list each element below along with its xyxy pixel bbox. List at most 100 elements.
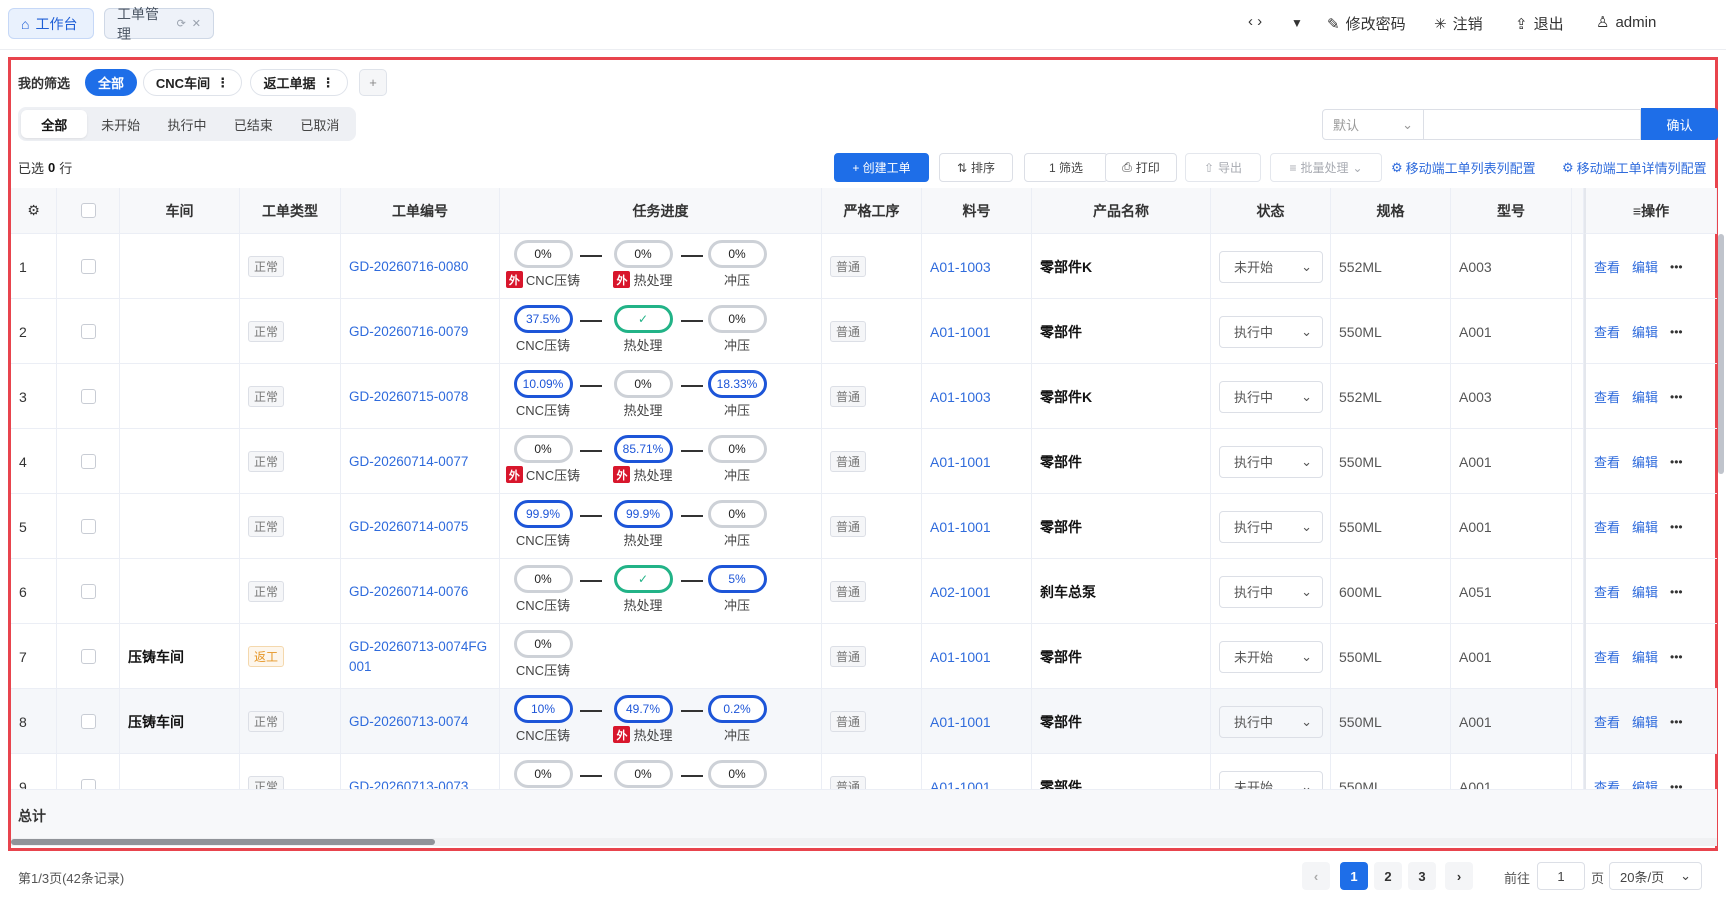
view-link[interactable]: 查看 — [1594, 582, 1620, 601]
table-row[interactable]: 1 正常 GD-20260716-0080 0% 外 CNC压铸 0% 外热处理 0% 冲压 普通 A… — [11, 234, 1717, 299]
edit-link[interactable]: 编辑 — [1632, 712, 1658, 731]
progress-step[interactable]: 18.33% 冲压 — [707, 370, 767, 419]
row-code-link[interactable]: GD-20260714-0076 — [341, 559, 500, 624]
edit-link[interactable]: 编辑 — [1632, 647, 1658, 666]
status-select[interactable]: 执行中 ⌄ — [1219, 445, 1323, 478]
row-part-link[interactable]: A01-1003 — [922, 364, 1032, 429]
edit-link[interactable]: 编辑 — [1632, 387, 1658, 406]
page-3-button[interactable]: 3 — [1408, 862, 1436, 890]
more-vert-icon[interactable]: ⋮ — [322, 75, 335, 91]
row-checkbox[interactable] — [80, 584, 96, 599]
more-icon[interactable]: ••• — [1670, 260, 1683, 274]
mobile-detail-config-link[interactable]: ⚙ 移动端工单详情列配置 — [1562, 158, 1707, 177]
header-part[interactable]: 料号 — [922, 188, 1032, 234]
progress-step[interactable]: 0% 冲压 — [707, 240, 767, 289]
progress-step[interactable]: 0.2% 冲压 — [707, 695, 767, 744]
row-checkbox[interactable] — [80, 649, 96, 664]
progress-step[interactable]: 0% CNC压铸 — [513, 630, 573, 679]
table-row[interactable]: 2 正常 GD-20260716-0079 37.5% CNC压铸 ✓ 热处理 0% 冲压 普通 A… — [11, 299, 1717, 364]
user-menu[interactable]: ♙ admin — [1596, 13, 1656, 32]
table-row[interactable]: 8 压铸车间 正常 GD-20260713-0074 10% CNC压铸 49.7% 外热处理… — [11, 689, 1717, 754]
progress-step[interactable]: 10.09% CNC压铸 — [513, 370, 573, 419]
create-work-order-button[interactable]: + 创建工单 — [834, 153, 929, 182]
row-part-link[interactable]: A01-1001 — [922, 689, 1032, 754]
view-link[interactable]: 查看 — [1594, 647, 1620, 666]
view-link[interactable]: 查看 — [1594, 452, 1620, 471]
view-link[interactable]: 查看 — [1594, 712, 1620, 731]
goto-page-input[interactable]: 1 — [1537, 862, 1585, 890]
tab-work-orders[interactable]: 工单管理 ⟳ ✕ — [104, 6, 214, 42]
table-row[interactable]: 3 正常 GD-20260715-0078 10.09% CNC压铸 0% 热处理 18.33… — [11, 364, 1717, 429]
edit-link[interactable]: 编辑 — [1632, 452, 1658, 471]
page-2-button[interactable]: 2 — [1374, 862, 1402, 890]
exit-link[interactable]: ⇪ 退出 — [1515, 13, 1564, 34]
dropdown-icon[interactable]: ▼ — [1291, 16, 1303, 30]
column-settings[interactable]: ⚙ — [11, 188, 57, 234]
header-progress[interactable]: 任务进度 — [500, 188, 822, 234]
header-status[interactable]: 状态 — [1211, 188, 1331, 234]
header-model[interactable]: 型号 — [1451, 188, 1572, 234]
row-code-link[interactable]: GD-20260713-0074FG 001 — [341, 624, 500, 689]
tab-workbench[interactable]: ⌂ 工作台 — [8, 8, 94, 39]
vertical-scrollbar[interactable] — [1718, 234, 1724, 474]
more-icon[interactable]: ••• — [1670, 455, 1683, 469]
progress-step[interactable]: ✓ 热处理 — [613, 565, 673, 614]
mobile-list-config-link[interactable]: ⚙ 移动端工单列表列配置 — [1391, 158, 1536, 177]
status-tab-all[interactable]: 全部 — [21, 110, 88, 138]
page-size-select[interactable]: 20条/页 ⌄ — [1609, 862, 1702, 890]
row-part-link[interactable]: A01-1001 — [922, 429, 1032, 494]
header-workshop[interactable]: 车间 — [120, 188, 240, 234]
table-row[interactable]: 7 压铸车间 返工 GD-20260713-0074FG 001 0% CNC压铸 普通 A01… — [11, 624, 1717, 689]
row-part-link[interactable]: A02-1001 — [922, 559, 1032, 624]
add-filter-button[interactable]: + — [359, 69, 387, 96]
status-select[interactable]: 未开始 ⌄ — [1219, 640, 1323, 673]
more-icon[interactable]: ••• — [1670, 520, 1683, 534]
close-icon[interactable]: ✕ — [192, 17, 201, 30]
more-icon[interactable]: ••• — [1670, 715, 1683, 729]
progress-step[interactable]: 0% 冲压 — [707, 305, 767, 354]
more-icon[interactable]: ••• — [1670, 390, 1683, 404]
row-checkbox[interactable] — [80, 519, 96, 534]
status-tab-cancelled[interactable]: 已取消 — [287, 110, 353, 138]
view-link[interactable]: 查看 — [1594, 322, 1620, 341]
refresh-icon[interactable]: ⟳ — [177, 17, 186, 30]
select-all-checkbox[interactable] — [80, 203, 96, 218]
row-code-link[interactable]: GD-20260716-0080 — [341, 234, 500, 299]
edit-link[interactable]: 编辑 — [1632, 322, 1658, 341]
header-code[interactable]: 工单编号 — [341, 188, 500, 234]
logout-session-link[interactable]: ✳ 注销 — [1434, 13, 1483, 34]
progress-step[interactable]: 99.9% 热处理 — [613, 500, 673, 549]
prev-page-button[interactable]: ‹ — [1302, 862, 1330, 890]
edit-link[interactable]: 编辑 — [1632, 517, 1658, 536]
header-strict[interactable]: 严格工序 — [822, 188, 922, 234]
progress-step[interactable]: 0% 外热处理 — [613, 240, 673, 289]
export-button[interactable]: ⇧ 导出 — [1185, 153, 1261, 182]
progress-step[interactable]: 49.7% 外热处理 — [613, 695, 673, 744]
progress-step[interactable]: 37.5% CNC压铸 — [513, 305, 573, 354]
view-link[interactable]: 查看 — [1594, 387, 1620, 406]
horizontal-scrollbar[interactable] — [11, 838, 1717, 846]
header-spec[interactable]: 规格 — [1331, 188, 1451, 234]
view-link[interactable]: 查看 — [1594, 517, 1620, 536]
progress-step[interactable]: 5% 冲压 — [707, 565, 767, 614]
row-part-link[interactable]: A01-1001 — [922, 299, 1032, 364]
filter-cnc[interactable]: CNC车间 ⋮ — [143, 69, 242, 96]
table-row[interactable]: 5 正常 GD-20260714-0075 99.9% CNC压铸 99.9% 热处理 0% 冲… — [11, 494, 1717, 559]
edit-link[interactable]: 编辑 — [1632, 582, 1658, 601]
code-icon[interactable]: ‹ › — [1248, 13, 1262, 30]
filter-all[interactable]: 全部 — [85, 69, 137, 96]
print-button[interactable]: ⎙ 打印 — [1105, 153, 1177, 182]
row-checkbox[interactable] — [80, 324, 96, 339]
row-code-link[interactable]: GD-20260715-0078 — [341, 364, 500, 429]
scrollbar-thumb[interactable] — [11, 839, 435, 845]
progress-step[interactable]: 85.71% 外热处理 — [613, 435, 673, 484]
row-checkbox[interactable] — [80, 389, 96, 404]
progress-step[interactable]: 0% 热处理 — [613, 370, 673, 419]
row-part-link[interactable]: A01-1003 — [922, 234, 1032, 299]
row-checkbox[interactable] — [80, 259, 96, 274]
filter-rework[interactable]: 返工单据 ⋮ — [250, 69, 348, 96]
progress-step[interactable]: 0% CNC压铸 — [513, 565, 573, 614]
progress-step[interactable]: 99.9% CNC压铸 — [513, 500, 573, 549]
status-select[interactable]: 执行中 ⌄ — [1219, 510, 1323, 543]
more-icon[interactable]: ••• — [1670, 325, 1683, 339]
